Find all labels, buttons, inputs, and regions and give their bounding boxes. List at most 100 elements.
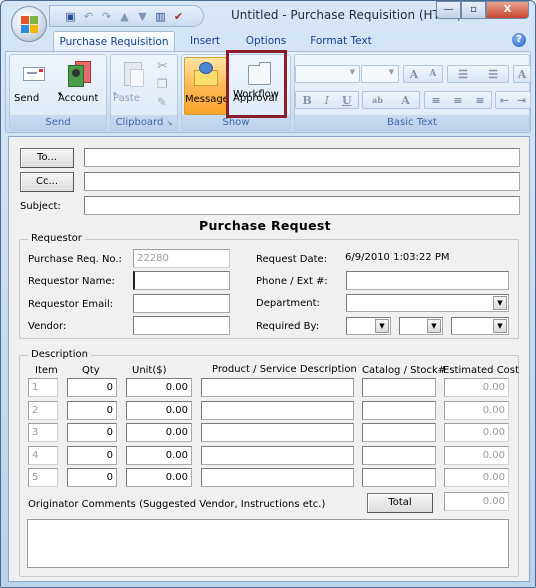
font-color-button[interactable]: A	[401, 94, 410, 107]
chevron-down-icon: ▼	[375, 319, 389, 333]
subject-field[interactable]	[84, 196, 520, 215]
group-label-basic-text: Basic Text	[295, 115, 529, 130]
subject-label: Subject:	[20, 201, 61, 212]
save-icon[interactable]: ▣	[64, 10, 77, 23]
unit-field[interactable]: 0.00	[126, 445, 192, 465]
chevron-down-icon: ▼	[349, 68, 355, 76]
shrink-font-button[interactable]: A	[429, 69, 436, 79]
requestor-section: Requestor Purchase Req. No.: 22280 Reque…	[19, 233, 519, 339]
request-date-label: Request Date:	[256, 254, 328, 265]
color-buttons: ab A	[362, 91, 420, 109]
address-book-icon[interactable]: ▥	[154, 10, 167, 23]
format-painter-icon[interactable]: ✎	[157, 95, 167, 109]
product-field[interactable]	[201, 468, 354, 487]
comments-textarea[interactable]	[27, 519, 509, 568]
office-button[interactable]	[11, 6, 47, 42]
cc-button[interactable]: Cc...	[20, 172, 74, 192]
office-logo-icon	[21, 16, 39, 34]
tab-format-text[interactable]: Format Text	[303, 31, 379, 51]
required-by-month-dropdown[interactable]: ▼	[346, 317, 391, 335]
product-field[interactable]	[201, 445, 354, 465]
qty-field[interactable]: 0	[67, 445, 117, 465]
column-header-unit: Unit($)	[132, 365, 167, 376]
unit-field[interactable]: 0.00	[126, 400, 192, 420]
check-names-icon[interactable]: ✔	[172, 10, 185, 23]
numbering-icon[interactable]: ☰	[488, 68, 498, 81]
account-button[interactable]: Account ▾	[58, 57, 102, 115]
to-field[interactable]	[84, 148, 520, 167]
requestor-email-label: Requestor Email:	[28, 299, 114, 310]
group-label-clipboard: Clipboard ↘	[111, 115, 177, 130]
paste-icon	[118, 59, 148, 89]
requestor-email-field[interactable]	[133, 294, 230, 313]
qty-field[interactable]: 0	[67, 423, 117, 442]
catalog-field[interactable]	[362, 445, 436, 465]
copy-icon[interactable]: ❐	[157, 77, 168, 91]
minimize-button[interactable]: —	[436, 1, 461, 19]
font-size-buttons: A A	[403, 65, 443, 83]
req-no-field: 22280	[133, 249, 230, 268]
decrease-indent-icon[interactable]: ⇤	[500, 94, 509, 107]
align-right-icon[interactable]: ≡	[475, 94, 484, 107]
item-field: 3	[28, 423, 58, 442]
font-name-combo[interactable]: ▼	[295, 65, 360, 83]
catalog-field[interactable]	[362, 378, 436, 397]
increase-indent-icon[interactable]: ⇥	[517, 94, 526, 107]
qty-field[interactable]: 0	[67, 400, 117, 420]
dialog-launcher-icon[interactable]: ↘	[167, 119, 173, 127]
underline-button[interactable]: U	[342, 94, 352, 107]
required-by-day-dropdown[interactable]: ▼	[399, 317, 443, 335]
unit-field[interactable]: 0.00	[126, 468, 192, 487]
request-date-value: 6/9/2010 1:03:22 PM	[345, 252, 450, 263]
italic-button[interactable]: I	[325, 94, 329, 107]
styles-button[interactable]: A	[513, 65, 531, 83]
qty-field[interactable]: 0	[67, 378, 117, 397]
unit-field[interactable]: 0.00	[126, 423, 192, 442]
unit-field[interactable]: 0.00	[126, 378, 192, 397]
department-dropdown[interactable]: ▼	[346, 294, 509, 312]
redo-icon[interactable]: ↷	[100, 10, 113, 23]
send-button[interactable]: Send	[14, 57, 54, 115]
catalog-field[interactable]	[362, 400, 436, 420]
help-icon[interactable]: ?	[512, 33, 526, 47]
requestor-name-field[interactable]	[133, 271, 230, 290]
down-icon[interactable]: ▼	[136, 10, 149, 23]
paste-button[interactable]: Paste ▾	[113, 57, 153, 115]
message-button[interactable]: Message	[184, 57, 229, 115]
product-field[interactable]	[201, 378, 354, 397]
up-icon[interactable]: ▲	[118, 10, 131, 23]
list-buttons: ☰ ☰	[447, 65, 509, 83]
catalog-field[interactable]	[362, 423, 436, 442]
align-center-icon[interactable]: ≡	[453, 94, 462, 107]
tab-options[interactable]: Options	[239, 31, 293, 51]
align-left-icon[interactable]: ≡	[431, 94, 440, 107]
to-button[interactable]: To...	[20, 148, 74, 168]
indent-buttons: ⇤ ⇥	[495, 91, 531, 109]
required-by-year-dropdown[interactable]: ▼	[451, 317, 509, 335]
bold-button[interactable]: B	[302, 94, 311, 107]
qty-field[interactable]: 0	[67, 468, 117, 487]
grow-font-button[interactable]: A	[410, 68, 419, 81]
phone-field[interactable]	[346, 271, 509, 290]
font-size-combo[interactable]: ▼	[361, 65, 399, 83]
total-button[interactable]: Total	[367, 493, 433, 513]
product-field[interactable]	[201, 423, 354, 442]
tab-purchase-requisition[interactable]: Purchase Requisition	[53, 31, 175, 51]
undo-icon[interactable]: ↶	[82, 10, 95, 23]
bullets-icon[interactable]: ☰	[458, 68, 468, 81]
catalog-field[interactable]	[362, 468, 436, 487]
column-header-product: Product / Service Description	[212, 364, 357, 375]
send-icon	[19, 59, 49, 89]
close-button[interactable]: X	[486, 1, 529, 19]
font-style-buttons: B I U	[295, 91, 359, 109]
maximize-button[interactable]: ▫	[461, 1, 486, 19]
tab-insert[interactable]: Insert	[181, 31, 229, 51]
vendor-field[interactable]	[133, 316, 230, 335]
product-field[interactable]	[201, 400, 354, 420]
highlight-button[interactable]: ab	[372, 95, 383, 105]
required-by-label: Required By:	[256, 321, 320, 332]
item-field: 2	[28, 400, 58, 420]
cc-field[interactable]	[84, 172, 520, 191]
cut-icon[interactable]: ✂	[157, 59, 168, 74]
column-header-qty: Qty	[82, 365, 100, 376]
